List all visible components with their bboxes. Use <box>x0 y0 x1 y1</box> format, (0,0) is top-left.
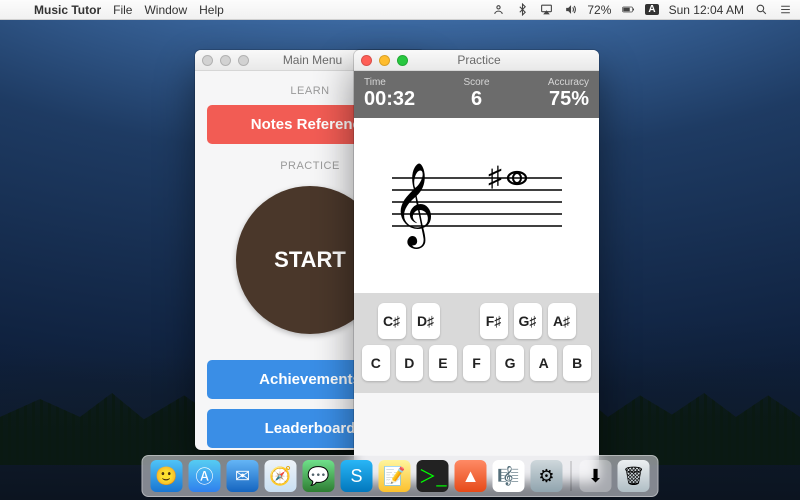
dock-skype-icon[interactable]: S <box>341 460 373 492</box>
battery-percent[interactable]: 72% <box>587 3 611 17</box>
key-c-sharp[interactable]: C♯ <box>378 303 406 339</box>
fast-user-switching-icon[interactable] <box>491 3 505 17</box>
dock: 🙂 Ⓐ ✉︎ 🧭 💬 S 📝 ＞_ ▲ 🎼 ⚙︎ ⬇︎ 🗑 <box>142 455 659 497</box>
time-value: 00:32 <box>364 88 439 110</box>
dock-safari-icon[interactable]: 🧭 <box>265 460 297 492</box>
dock-system-preferences-icon[interactable]: ⚙︎ <box>531 460 563 492</box>
volume-icon[interactable] <box>563 3 577 17</box>
score-value: 6 <box>439 88 514 110</box>
apple-logo-icon[interactable] <box>8 3 22 17</box>
menubar-app-name[interactable]: Music Tutor <box>34 3 101 17</box>
score-label: Score <box>439 77 514 88</box>
menubar-item-window[interactable]: Window <box>144 3 187 17</box>
menubar-clock[interactable]: Sun 12:04 AM <box>669 3 744 17</box>
menubar-item-file[interactable]: File <box>113 3 132 17</box>
spotlight-icon[interactable] <box>754 3 768 17</box>
airplay-icon[interactable] <box>539 3 553 17</box>
key-c[interactable]: C <box>362 345 390 381</box>
sharp-accidental-icon: ♯ <box>488 162 502 193</box>
battery-icon[interactable] <box>621 3 635 17</box>
dock-trash-icon[interactable]: 🗑 <box>618 460 650 492</box>
dock-mail-icon[interactable]: ✉︎ <box>227 460 259 492</box>
dock-messages-icon[interactable]: 💬 <box>303 460 335 492</box>
dock-separator <box>571 461 572 491</box>
dock-app-store-icon[interactable]: Ⓐ <box>189 460 221 492</box>
practice-window: Practice Time 00:32 Score 6 Accuracy 75%… <box>354 50 599 482</box>
dock-finder-icon[interactable]: 🙂 <box>151 460 183 492</box>
treble-clef-icon: 𝄞 <box>392 163 435 249</box>
learn-section-label: LEARN <box>290 85 329 97</box>
accuracy-value: 75% <box>514 88 589 110</box>
key-f[interactable]: F <box>463 345 491 381</box>
answer-keys: C♯ D♯ F♯ G♯ A♯ C D E F G A B <box>354 293 599 393</box>
dock-vlc-icon[interactable]: ▲ <box>455 460 487 492</box>
key-g-sharp[interactable]: G♯ <box>514 303 542 339</box>
practice-title: Practice <box>366 53 592 67</box>
dock-notes-icon[interactable]: 📝 <box>379 460 411 492</box>
accuracy-label: Accuracy <box>514 77 589 88</box>
notification-center-icon[interactable] <box>778 3 792 17</box>
practice-titlebar[interactable]: Practice <box>354 50 599 71</box>
key-f-sharp[interactable]: F♯ <box>480 303 508 339</box>
dock-music-tutor-icon[interactable]: 🎼 <box>493 460 525 492</box>
key-a-sharp[interactable]: A♯ <box>548 303 576 339</box>
bluetooth-icon[interactable] <box>515 3 529 17</box>
dock-downloads-icon[interactable]: ⬇︎ <box>580 460 612 492</box>
stats-bar: Time 00:32 Score 6 Accuracy 75% <box>354 71 599 118</box>
key-d[interactable]: D <box>396 345 424 381</box>
practice-section-label: PRACTICE <box>280 160 340 172</box>
key-e[interactable]: E <box>429 345 457 381</box>
key-a[interactable]: A <box>530 345 558 381</box>
key-g[interactable]: G <box>496 345 524 381</box>
time-label: Time <box>364 77 439 88</box>
key-d-sharp[interactable]: D♯ <box>412 303 440 339</box>
menubar-item-help[interactable]: Help <box>199 3 224 17</box>
menubar: Music Tutor File Window Help 72% A Sun 1… <box>0 0 800 20</box>
staff-display: 𝄞 ♯ <box>354 118 599 293</box>
dock-terminal-icon[interactable]: ＞_ <box>417 460 449 492</box>
key-b[interactable]: B <box>563 345 591 381</box>
input-source-indicator[interactable]: A <box>645 4 658 15</box>
